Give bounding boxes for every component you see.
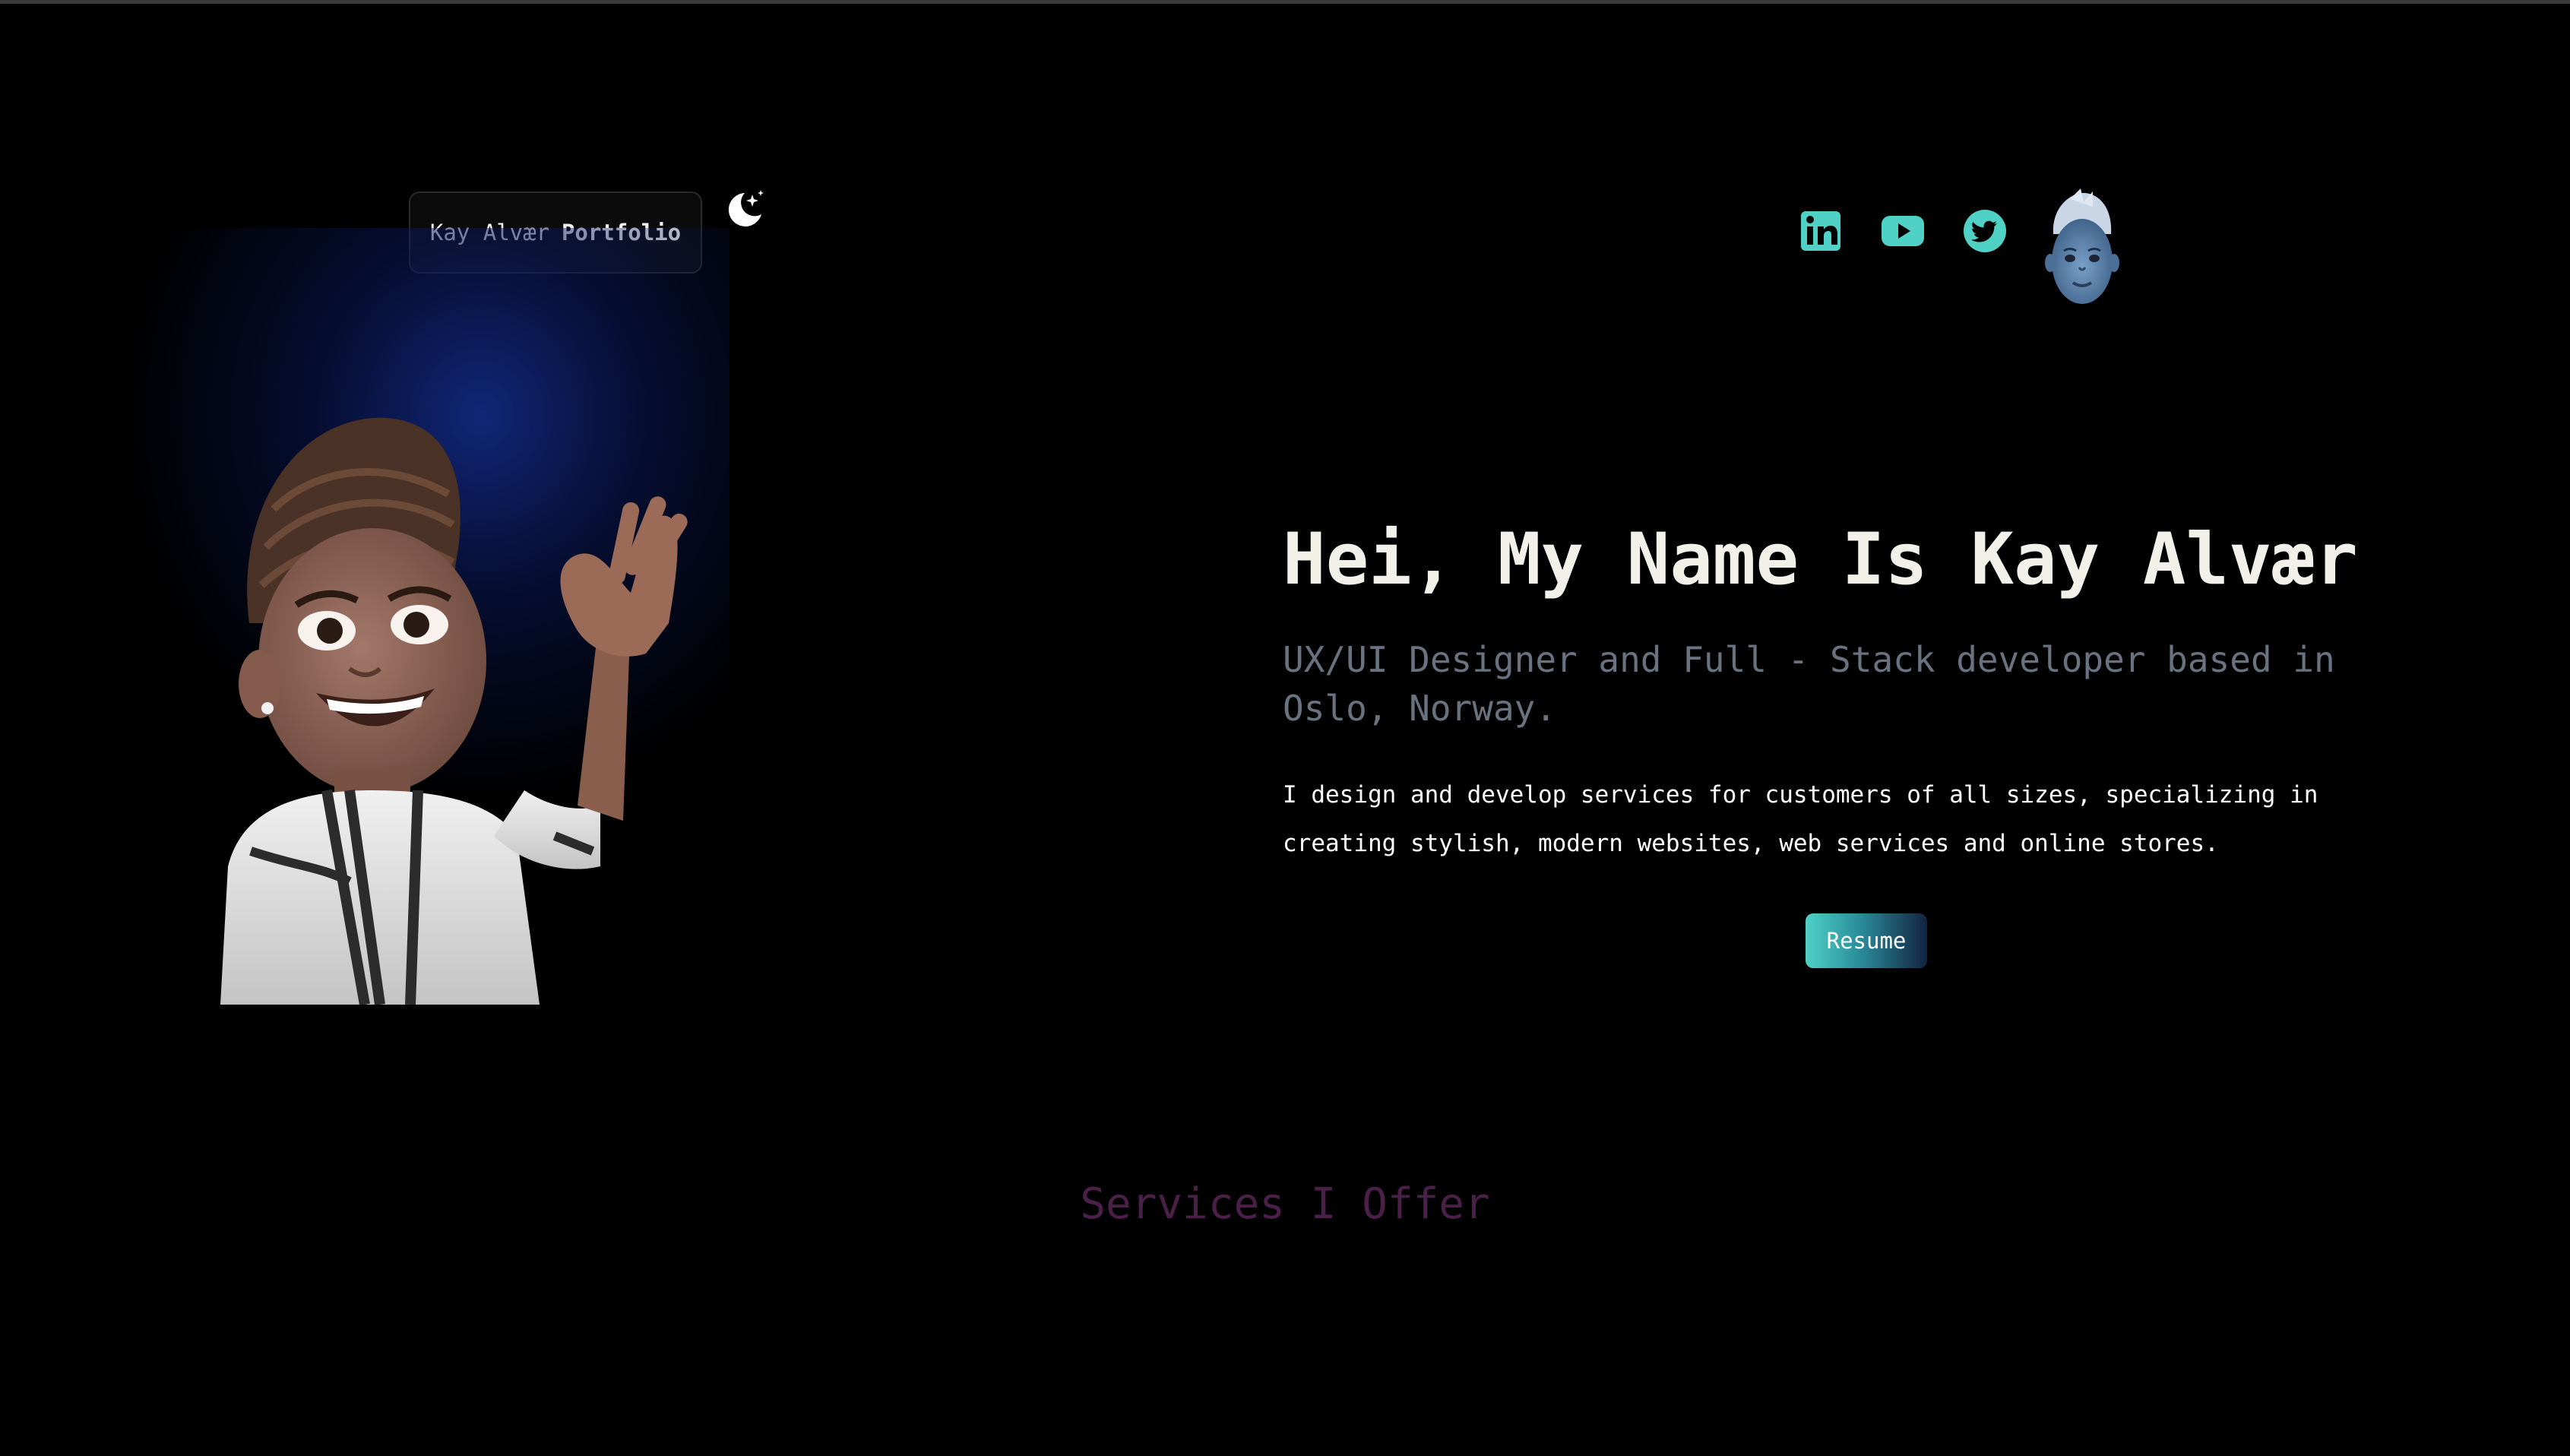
linkedin-icon[interactable] (1798, 208, 1844, 254)
youtube-icon[interactable] (1880, 208, 1926, 254)
hero-title: Hei, My Name Is Kay Alvær (1283, 518, 2358, 601)
waving-memoji (220, 417, 688, 1005)
avatar-memoji[interactable] (2037, 188, 2128, 312)
hero-subtitle: UX/UI Designer and Full - Stack develope… (1283, 639, 2335, 729)
twitter-icon[interactable] (1962, 208, 2008, 254)
window-top-border (0, 0, 2570, 4)
services-heading: Services I Offer (1080, 1179, 1490, 1229)
resume-button[interactable]: Resume (1806, 913, 1927, 968)
moon-stars-icon[interactable] (722, 187, 768, 233)
hero-description: I design and develop services for custom… (1283, 781, 2318, 857)
